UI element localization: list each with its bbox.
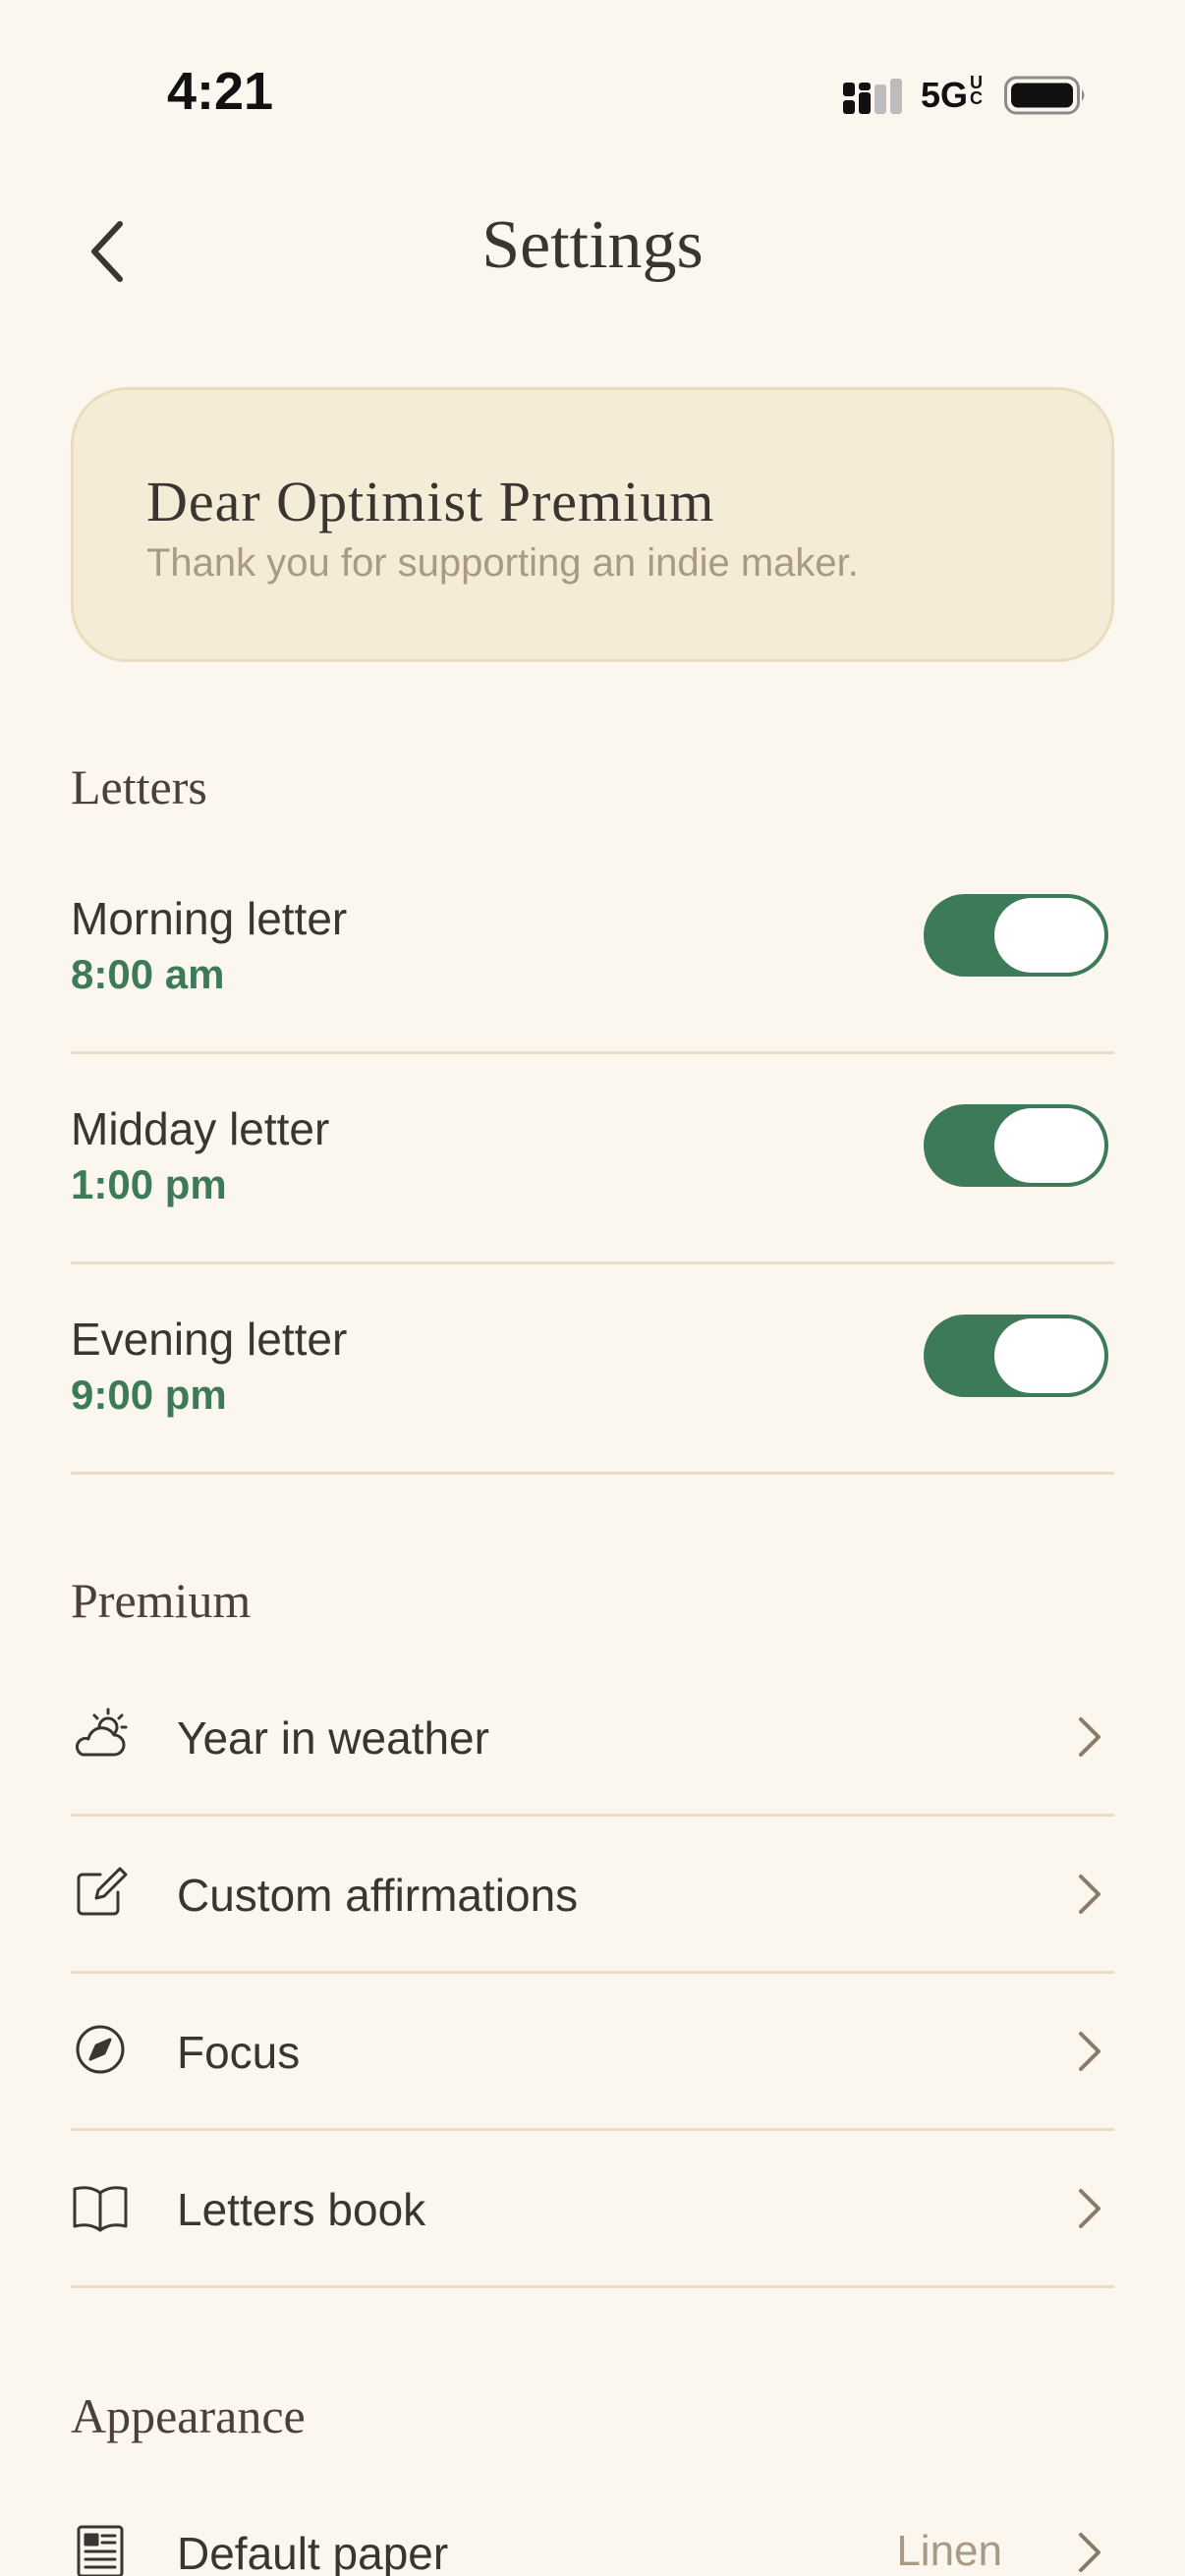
- premium-card-subtitle: Thank you for supporting an indie maker.: [146, 541, 859, 585]
- cloud-sun-icon: [75, 1708, 128, 1757]
- chevron-right-icon: [1079, 2533, 1100, 2572]
- nav-item-label: Custom affirmations: [177, 1870, 579, 1921]
- chevron-right-icon: [1079, 1875, 1100, 1914]
- premium-item-custom-affirmations[interactable]: Custom affirmations: [71, 1816, 1114, 1973]
- compass-icon: [76, 2025, 125, 2074]
- section-header-appearance: Appearance: [71, 2388, 306, 2443]
- letter-label: Morning letter: [71, 893, 348, 944]
- evening-letter-toggle[interactable]: [924, 1315, 1108, 1397]
- section-header-letters: Letters: [71, 759, 207, 814]
- letter-time[interactable]: 1:00 pm: [71, 1161, 227, 1208]
- nav-item-label: Year in weather: [177, 1712, 489, 1764]
- letter-row-evening: Evening letter 9:00 pm: [71, 1263, 1114, 1474]
- morning-letter-toggle[interactable]: [924, 894, 1108, 977]
- appearance-item-default-paper[interactable]: Default paper Linen: [71, 2474, 1114, 2576]
- premium-item-focus[interactable]: Focus: [71, 1973, 1114, 2130]
- letter-row-morning: Morning letter 8:00 am: [71, 843, 1114, 1053]
- network-type-label: 5G UC: [921, 73, 984, 116]
- status-time: 4:21: [167, 62, 274, 121]
- cellular-signal-icon: [843, 79, 902, 114]
- network-suffix: UC: [970, 73, 984, 108]
- section-header-premium: Premium: [71, 1573, 252, 1628]
- chevron-right-icon: [1079, 2189, 1100, 2228]
- status-bar: 4:21 5G UC: [0, 0, 1185, 196]
- network-type-text: 5G: [921, 75, 969, 115]
- premium-status-card: Dear Optimist Premium Thank you for supp…: [71, 387, 1114, 662]
- nav-item-label: Focus: [177, 2027, 301, 2078]
- premium-item-letters-book[interactable]: Letters book: [71, 2130, 1114, 2287]
- letter-label: Midday letter: [71, 1103, 330, 1154]
- letter-time[interactable]: 9:00 pm: [71, 1372, 227, 1419]
- toggle-knob: [994, 1318, 1104, 1393]
- nav-item-label: Letters book: [177, 2184, 426, 2235]
- divider: [71, 1472, 1114, 1475]
- premium-card-title: Dear Optimist Premium: [146, 470, 715, 533]
- letter-row-midday: Midday letter 1:00 pm: [71, 1053, 1114, 1263]
- default-paper-value: Linen: [896, 2527, 1002, 2575]
- edit-square-icon: [77, 1867, 128, 1916]
- settings-screen: 4:21 5G UC Settings Dear Optimist Premium…: [0, 0, 1185, 2576]
- letter-label: Evening letter: [71, 1314, 348, 1365]
- toggle-knob: [994, 898, 1104, 973]
- premium-item-year-in-weather[interactable]: Year in weather: [71, 1658, 1114, 1816]
- chevron-right-icon: [1079, 1717, 1100, 1757]
- midday-letter-toggle[interactable]: [924, 1104, 1108, 1187]
- battery-icon: [1004, 76, 1085, 115]
- open-book-icon: [73, 2186, 128, 2232]
- divider: [71, 2285, 1114, 2288]
- nav-item-label: Default paper: [177, 2528, 449, 2576]
- newspaper-icon: [77, 2525, 124, 2576]
- letter-time[interactable]: 8:00 am: [71, 951, 224, 998]
- chevron-right-icon: [1079, 2032, 1100, 2071]
- toggle-knob: [994, 1108, 1104, 1183]
- page-title: Settings: [481, 207, 704, 283]
